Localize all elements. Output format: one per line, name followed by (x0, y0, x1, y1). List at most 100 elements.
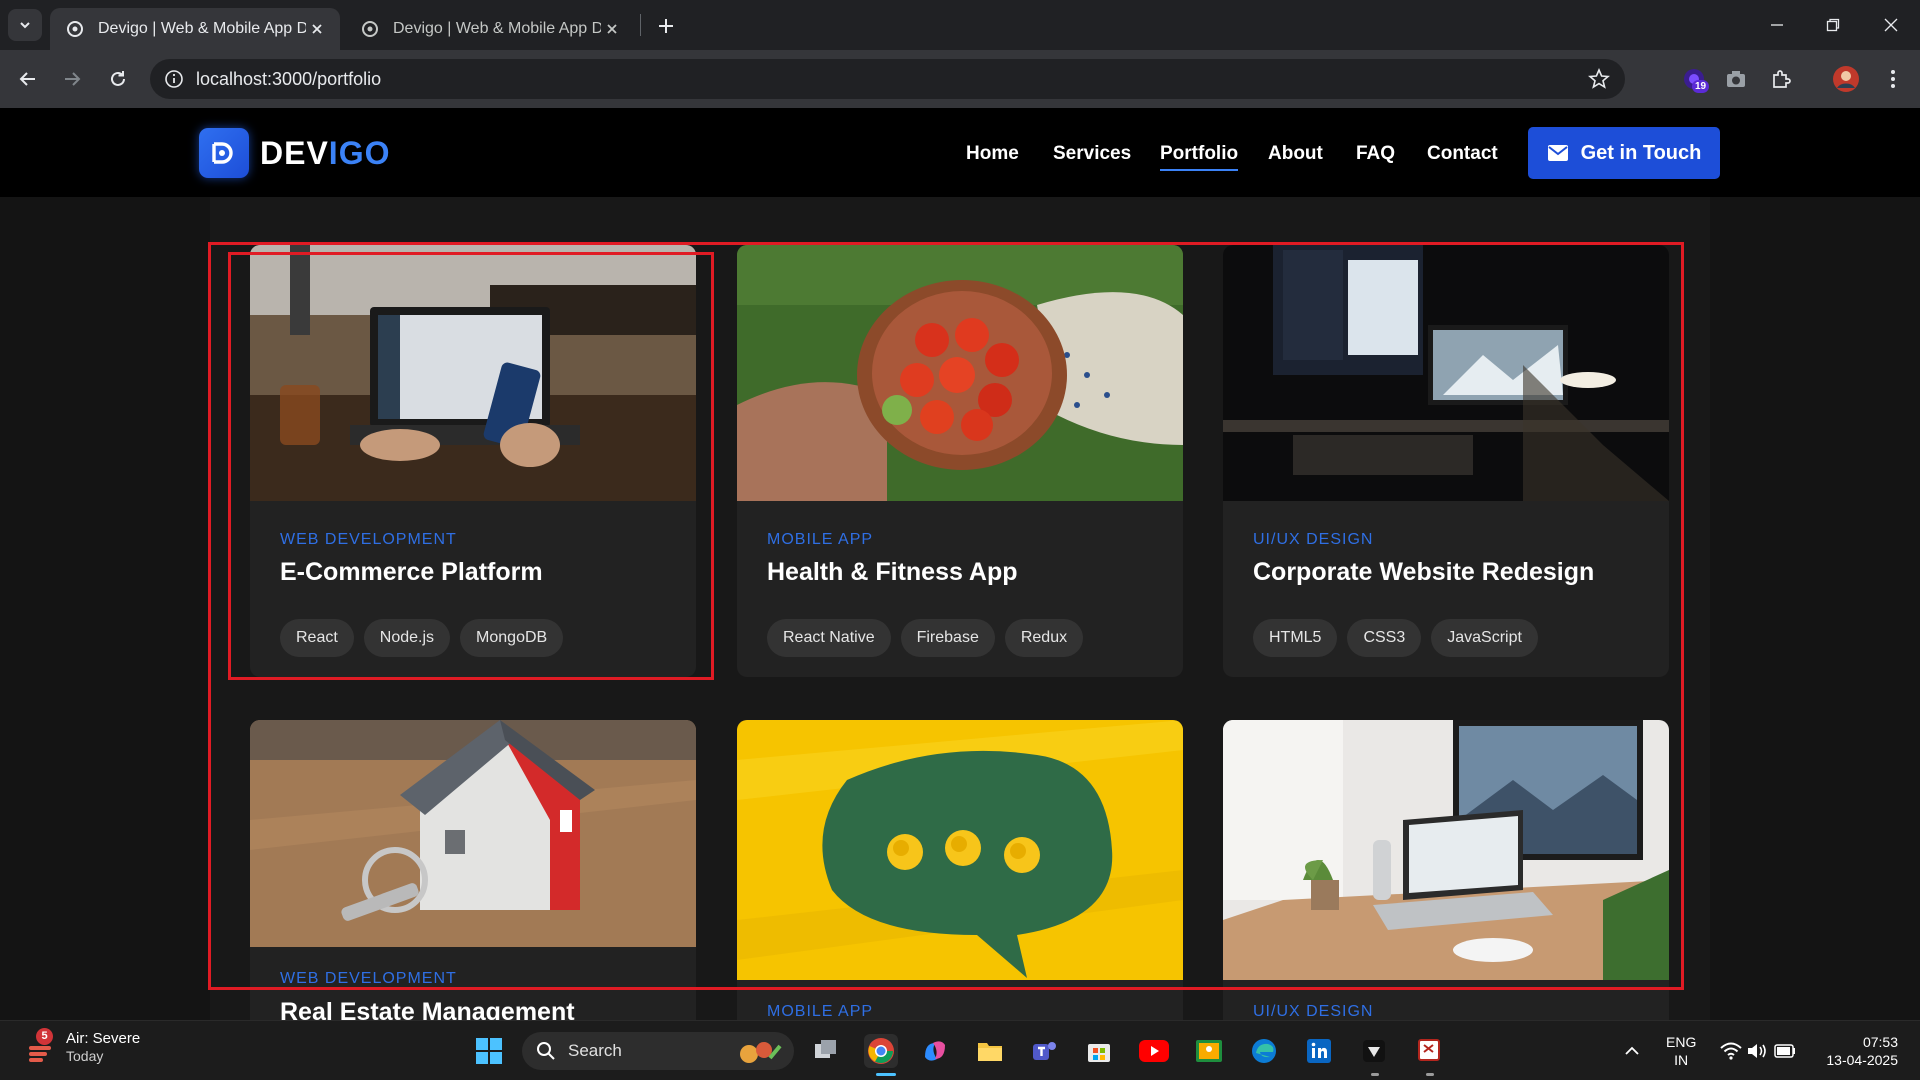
forward-button[interactable] (56, 63, 88, 95)
new-tab-button[interactable] (652, 12, 680, 40)
card-category: UI/UX DESIGN (1253, 531, 1374, 548)
show-hidden-icons[interactable] (1615, 1034, 1649, 1068)
nav-contact[interactable]: Contact (1427, 143, 1498, 165)
start-button[interactable] (472, 1034, 506, 1068)
speech-bubble-photo (737, 720, 1183, 980)
portfolio-card[interactable]: MOBILE APP Health & Fitness App React Na… (737, 245, 1183, 677)
url-text[interactable]: localhost:3000/portfolio (196, 69, 381, 90)
extensions-puzzle-icon[interactable] (1765, 63, 1797, 95)
close-window-button[interactable] (1876, 10, 1906, 40)
extension-badge: 19 (1692, 80, 1710, 93)
chevron-down-icon (20, 22, 30, 29)
weather-badge: 5 (36, 1027, 53, 1045)
dark-desk-monitor-photo (1223, 245, 1669, 501)
tech-tag: React Native (767, 619, 891, 657)
tab-search-button[interactable] (8, 9, 42, 41)
card-category: WEB DEVELOPMENT (280, 970, 457, 987)
snipping-tool-icon[interactable] (1412, 1034, 1446, 1068)
running-app-indicator (1371, 1073, 1379, 1076)
house-model-keys-photo (250, 720, 696, 947)
minimize-button[interactable] (1762, 10, 1792, 40)
browser-tab-active[interactable]: Devigo | Web & Mobile App Development (50, 8, 340, 50)
card-tags: React Node.js MongoDB (280, 619, 564, 657)
chrome-taskbar-icon[interactable] (864, 1034, 898, 1068)
language-indicator[interactable]: ENG IN (1666, 1033, 1696, 1069)
portfolio-card[interactable]: UI/UX DESIGN Corporate Website Redesign … (1223, 245, 1669, 677)
portfolio-card[interactable]: UI/UX DESIGN (1223, 720, 1669, 1020)
bookmark-star-icon[interactable] (1587, 67, 1611, 91)
logo-wordmark[interactable]: DEVIGO (260, 135, 390, 172)
nav-faq[interactable]: FAQ (1356, 143, 1395, 165)
nav-about[interactable]: About (1268, 143, 1323, 165)
devigo-logo-icon[interactable] (199, 128, 249, 178)
browser-menu-icon[interactable] (1877, 63, 1909, 95)
microsoft-store-icon[interactable] (1082, 1034, 1116, 1068)
address-bar[interactable]: localhost:3000/portfolio (150, 59, 1625, 99)
edge-taskbar-icon[interactable] (1247, 1034, 1281, 1068)
file-explorer-icon[interactable] (973, 1034, 1007, 1068)
close-tab-icon[interactable] (601, 18, 623, 40)
running-app-indicator (1426, 1073, 1434, 1076)
get-in-touch-label: Get in Touch (1580, 141, 1702, 164)
get-in-touch-button[interactable]: Get in Touch (1528, 127, 1720, 179)
windows-taskbar: 5 Air: Severe Today Search ENG IN 07:53 … (0, 1020, 1920, 1080)
envelope-icon (1547, 145, 1568, 161)
app-taskbar-icon[interactable] (1357, 1034, 1391, 1068)
search-highlight-icon (740, 1042, 782, 1063)
close-tab-icon[interactable] (306, 18, 328, 40)
chevron-up-icon (1625, 1046, 1639, 1055)
nav-portfolio[interactable]: Portfolio (1160, 143, 1239, 171)
card-category: WEB DEVELOPMENT (280, 531, 457, 548)
portfolio-card[interactable]: WEB DEVELOPMENT Real Estate Management (250, 720, 696, 1020)
tech-tag: JavaScript (1431, 619, 1538, 657)
card-title: Health & Fitness App (767, 558, 1018, 586)
profile-avatar[interactable] (1830, 63, 1862, 95)
tech-tag: Node.js (363, 619, 451, 657)
copilot-taskbar-icon[interactable] (918, 1034, 952, 1068)
card-category: MOBILE APP (767, 1003, 874, 1020)
classroom-taskbar-icon[interactable] (1192, 1034, 1226, 1068)
arrow-right-icon (65, 72, 81, 86)
laptop-and-phone-photo (250, 245, 696, 501)
reload-icon (111, 71, 125, 86)
tech-tag: HTML5 (1253, 619, 1338, 657)
devigo-favicon-icon (362, 21, 378, 37)
search-label: Search (568, 1041, 622, 1060)
browser-toolbar: localhost:3000/portfolio 19 (0, 50, 1920, 108)
camera-extension-icon[interactable] (1720, 63, 1752, 95)
extension-icon[interactable]: 19 (1678, 63, 1710, 95)
bright-desk-laptop-photo (1223, 720, 1669, 980)
weather-widget[interactable]: 5 Air: Severe Today (26, 1027, 140, 1064)
browser-tab[interactable]: Devigo | Web & Mobile App Development (345, 8, 635, 50)
youtube-taskbar-icon[interactable] (1137, 1034, 1171, 1068)
nav-services[interactable]: Services (1053, 143, 1131, 165)
card-tags: HTML5 CSS3 JavaScript (1253, 619, 1538, 657)
plus-icon (659, 19, 673, 33)
nav-home[interactable]: Home (966, 143, 1019, 165)
search-icon (537, 1042, 555, 1060)
back-button[interactable] (12, 63, 44, 95)
portfolio-card[interactable]: MOBILE APP (737, 720, 1183, 1020)
site-info-icon[interactable] (162, 67, 186, 91)
site-header: DEVIGO Home Services Portfolio About FAQ… (0, 108, 1920, 197)
card-title: Corporate Website Redesign (1253, 558, 1595, 586)
tech-tag: React (280, 619, 354, 657)
clock[interactable]: 07:53 13-04-2025 (1812, 1033, 1898, 1069)
battery-icon[interactable] (1768, 1034, 1802, 1068)
devigo-favicon-icon (67, 21, 83, 37)
taskbar-search[interactable]: Search (522, 1032, 794, 1070)
tech-tag: MongoDB (460, 619, 564, 657)
windows-logo-icon (476, 1038, 502, 1064)
arrow-left-icon (19, 72, 35, 86)
teams-taskbar-icon[interactable] (1027, 1034, 1061, 1068)
card-category: UI/UX DESIGN (1253, 1003, 1374, 1020)
linkedin-taskbar-icon[interactable] (1302, 1034, 1336, 1068)
logo-text-suffix: IGO (328, 135, 391, 171)
task-view-icon[interactable] (809, 1034, 843, 1068)
clock-date: 13-04-2025 (1826, 1052, 1898, 1068)
portfolio-card[interactable]: WEB DEVELOPMENT E-Commerce Platform Reac… (250, 245, 696, 677)
restore-button[interactable] (1818, 10, 1848, 40)
tech-tag: CSS3 (1347, 619, 1422, 657)
tech-tag: Redux (1004, 619, 1084, 657)
reload-button[interactable] (102, 63, 134, 95)
